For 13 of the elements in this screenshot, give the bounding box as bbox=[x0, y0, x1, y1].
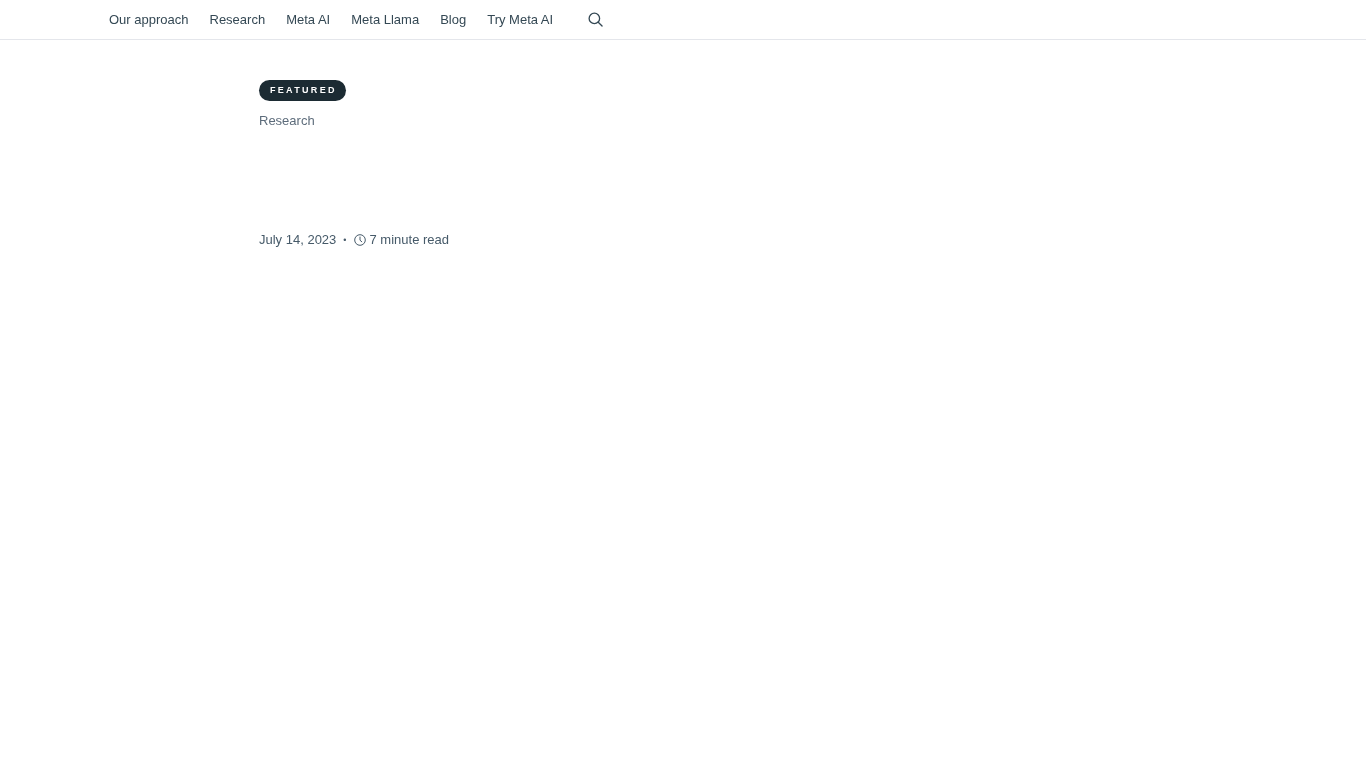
nav-link[interactable]: Try Meta AI bbox=[487, 12, 554, 27]
featured-badge: FEATURED bbox=[259, 80, 346, 101]
category-link[interactable]: Research bbox=[259, 113, 315, 128]
clock-icon bbox=[353, 233, 366, 246]
nav-link[interactable]: Blog bbox=[440, 12, 467, 27]
separator-dot: • bbox=[343, 234, 347, 245]
nav-link[interactable]: Meta AI bbox=[286, 12, 331, 27]
nav-link[interactable]: Our approach bbox=[109, 12, 189, 27]
nav-link[interactable]: Meta Llama bbox=[351, 12, 420, 27]
read-time: 7 minute read bbox=[369, 232, 449, 247]
nav-link[interactable]: Research bbox=[209, 12, 266, 27]
search-icon[interactable] bbox=[588, 12, 604, 27]
post-date: July 14, 2023 bbox=[259, 232, 337, 247]
